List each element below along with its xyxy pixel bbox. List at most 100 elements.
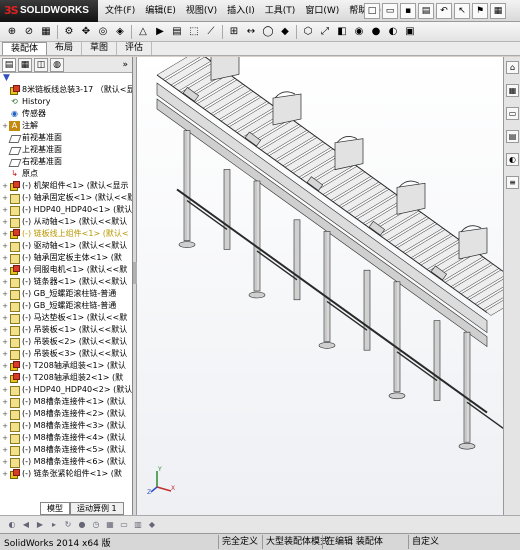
solidworks-logo[interactable]: 3S SOLIDWORKS xyxy=(0,0,98,22)
tree-item[interactable]: 上视基准面 xyxy=(1,144,132,156)
status-large-assembly[interactable]: 大型装配体模式 xyxy=(262,535,329,549)
design-library-icon[interactable]: ▦ xyxy=(506,84,519,97)
menu-edit[interactable]: 编辑(E) xyxy=(140,0,181,22)
loop-icon[interactable]: ↻ xyxy=(62,519,74,531)
tree-item[interactable]: + (-) T208轴承组装<1> (默认 xyxy=(1,360,132,372)
options-icon[interactable]: ▦ xyxy=(490,3,506,19)
tree-item[interactable]: + (-) 轴承固定板<1> (默认<<默 xyxy=(1,192,132,204)
expand-toggle-icon[interactable]: + xyxy=(1,324,9,336)
rewind-icon[interactable]: ◀ xyxy=(20,519,32,531)
tree-item[interactable]: + (-) 吊装板<3> (默认<<默认 xyxy=(1,348,132,360)
tab-evaluate[interactable]: 评估 xyxy=(117,42,153,55)
move-component-icon[interactable]: ✥ xyxy=(78,24,94,40)
tree-item[interactable]: + A 注解 xyxy=(1,120,132,132)
tree-item[interactable]: + (-) 从动轴<1> (默认<<默认 xyxy=(1,216,132,228)
tree-item[interactable]: + (-) M8槽条连接件<5> (默认 xyxy=(1,444,132,456)
time-icon[interactable]: ◷ xyxy=(90,519,102,531)
record-icon[interactable]: ● xyxy=(76,519,88,531)
expand-toggle-icon[interactable]: + xyxy=(1,384,9,396)
menu-insert[interactable]: 插入(I) xyxy=(222,0,260,22)
expand-toggle-icon[interactable]: + xyxy=(1,216,9,228)
tab-assembly[interactable]: 装配体 xyxy=(2,42,48,55)
rebuild-icon[interactable]: ⚑ xyxy=(472,3,488,19)
expand-toggle-icon[interactable]: + xyxy=(1,420,9,432)
custom-properties-icon[interactable]: ≡ xyxy=(506,176,519,189)
hide-show-items-icon[interactable]: ◉ xyxy=(351,24,367,40)
step-icon[interactable]: ▸ xyxy=(48,519,60,531)
tree-item[interactable]: + (-) GB_短螺距滚柱链-普通 xyxy=(1,300,132,312)
view-settings-icon[interactable]: ▣ xyxy=(402,24,418,40)
tree-item[interactable]: + (-) M8槽条连接件<1> (默认 xyxy=(1,396,132,408)
display-style-icon[interactable]: ◧ xyxy=(334,24,350,40)
collapse-icon[interactable]: ◐ xyxy=(6,519,18,531)
expand-toggle-icon[interactable]: + xyxy=(1,456,9,468)
expand-toggle-icon[interactable]: + xyxy=(1,180,9,192)
hole-alignment-icon[interactable]: ◯ xyxy=(260,24,276,40)
tree-item[interactable]: + (-) 伺服电机<1> (默认<<默 xyxy=(1,264,132,276)
instant3d-icon[interactable]: ◆ xyxy=(277,24,293,40)
tree-item[interactable]: + (-) 吊装板<2> (默认<<默认 xyxy=(1,336,132,348)
bill-of-materials-icon[interactable]: ▤ xyxy=(169,24,185,40)
expand-toggle-icon[interactable]: + xyxy=(1,300,9,312)
tree-item[interactable]: + (-) 链条张紧轮组件<1> (默 xyxy=(1,468,132,480)
file-explorer-icon[interactable]: ▭ xyxy=(506,107,519,120)
tree-item[interactable]: + (-) GB_短螺距滚柱链-普通 xyxy=(1,288,132,300)
tree-item[interactable]: + (-) 轴承固定板主体<1> (默 xyxy=(1,252,132,264)
zoom-to-fit-icon[interactable]: ⤢ xyxy=(317,24,333,40)
tree-item[interactable]: + (-) M8槽条连接件<3> (默认 xyxy=(1,420,132,432)
cube-icon[interactable]: ◆ xyxy=(146,519,158,531)
tree-item[interactable]: + (-) 马达垫板<1> (默认<<默 xyxy=(1,312,132,324)
insert-component-icon[interactable]: ⊕ xyxy=(4,24,20,40)
edit-appearance-icon[interactable]: ● xyxy=(368,24,384,40)
tree-item[interactable]: + (-) T208轴承组装2<1> (默 xyxy=(1,372,132,384)
expand-toggle-icon[interactable]: + xyxy=(1,252,9,264)
expand-toggle-icon[interactable]: + xyxy=(1,372,9,384)
exploded-view-icon[interactable]: ⬚ xyxy=(186,24,202,40)
tab-motion-study[interactable]: 运动算例 1 xyxy=(70,502,124,515)
expand-toggle-icon[interactable]: + xyxy=(1,204,9,216)
smart-fasteners-icon[interactable]: ⚙ xyxy=(61,24,77,40)
menu-window[interactable]: 窗口(W) xyxy=(300,0,344,22)
layout-icon[interactable]: ▥ xyxy=(132,519,144,531)
apply-scene-icon[interactable]: ◐ xyxy=(385,24,401,40)
tree-item[interactable]: + (-) 链板线上组件<1> (默认< xyxy=(1,228,132,240)
linear-pattern-icon[interactable]: ▦ xyxy=(38,24,54,40)
expand-toggle-icon[interactable]: + xyxy=(1,312,9,324)
tab-model[interactable]: 模型 xyxy=(40,502,70,515)
expand-toggle-icon[interactable]: + xyxy=(1,444,9,456)
open-folder-icon[interactable]: ▭ xyxy=(382,3,398,19)
tree-item[interactable]: ↳ 原点 xyxy=(1,168,132,180)
tree-item[interactable]: 右视基准面 xyxy=(1,156,132,168)
tree-item[interactable]: + (-) M8槽条连接件<4> (默认 xyxy=(1,432,132,444)
tree-item[interactable]: 8米链板线总装3-17 （默认<显示状态-1>） xyxy=(1,84,132,96)
expand-toggle-icon[interactable]: + xyxy=(1,288,9,300)
menu-tools[interactable]: 工具(T) xyxy=(260,0,301,22)
tree-item[interactable]: ⟲ History xyxy=(1,96,132,108)
menu-file[interactable]: 文件(F) xyxy=(100,0,140,22)
panel-collapse-icon[interactable]: » xyxy=(122,60,128,70)
tree-item[interactable]: + (-) 驱动轴<1> (默认<<默认 xyxy=(1,240,132,252)
expand-toggle-icon[interactable]: + xyxy=(1,264,9,276)
clearance-verification-icon[interactable]: ↔ xyxy=(243,24,259,40)
undo-icon[interactable]: ↶ xyxy=(436,3,452,19)
filter-icon[interactable]: ▼ xyxy=(0,73,132,84)
expand-toggle-icon[interactable]: + xyxy=(1,228,9,240)
tree-item[interactable]: + (-) HDP40_HDP40<1> (默认< xyxy=(1,204,132,216)
show-hidden-icon[interactable]: ◎ xyxy=(95,24,111,40)
tree-item[interactable]: + (-) 链条器<1> (默认<<默认 xyxy=(1,276,132,288)
tab-layout[interactable]: 布局 xyxy=(47,42,83,55)
reference-geometry-icon[interactable]: △ xyxy=(135,24,151,40)
select-arrow-icon[interactable]: ↖ xyxy=(454,3,470,19)
print-icon[interactable]: ▤ xyxy=(418,3,434,19)
configuration-manager-tab-icon[interactable]: ◫ xyxy=(34,57,48,72)
tree-item[interactable]: + (-) 机架组件<1> (默认<显示 xyxy=(1,180,132,192)
display-manager-tab-icon[interactable]: ◍ xyxy=(50,57,64,72)
save-icon[interactable]: ▪ xyxy=(400,3,416,19)
tree-item[interactable]: + (-) M8槽条连接件<2> (默认 xyxy=(1,408,132,420)
expand-toggle-icon[interactable]: + xyxy=(1,396,9,408)
interference-detection-icon[interactable]: ⊞ xyxy=(226,24,242,40)
explode-line-sketch-icon[interactable]: ⟋ xyxy=(203,24,219,40)
tile-icon[interactable]: ▦ xyxy=(104,519,116,531)
new-motion-study-icon[interactable]: ▶ xyxy=(152,24,168,40)
solidworks-resources-icon[interactable]: ⌂ xyxy=(506,61,519,74)
